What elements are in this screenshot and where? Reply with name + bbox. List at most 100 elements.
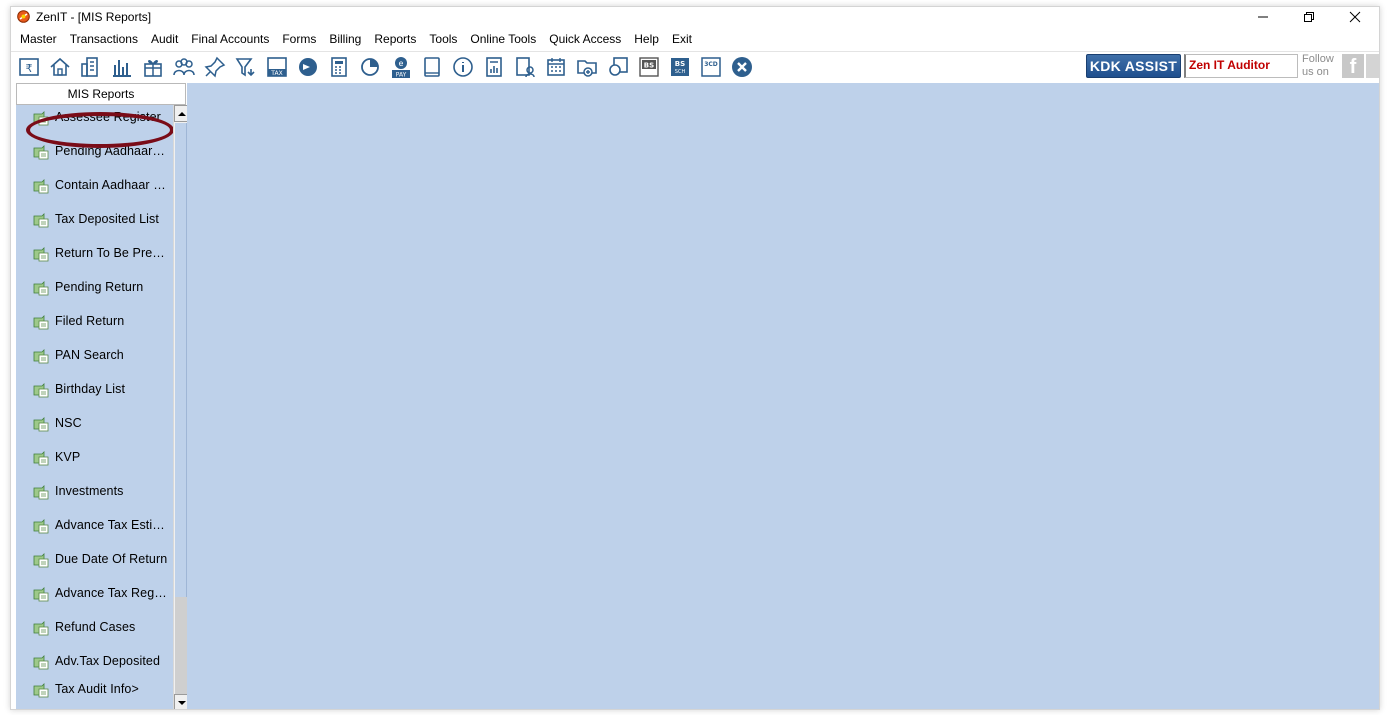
report-icon <box>33 281 49 296</box>
close-button[interactable] <box>1332 7 1378 27</box>
facebook-icon[interactable]: f <box>1342 54 1364 78</box>
report-item-label: Pending Aadhaar Number <box>55 144 168 158</box>
calendar-icon[interactable] <box>544 55 568 79</box>
menu-final-accounts[interactable]: Final Accounts <box>191 32 269 46</box>
report-icon <box>33 383 49 398</box>
epay-icon[interactable]: e PAY <box>389 55 413 79</box>
report-icon <box>33 111 49 126</box>
bs-icon[interactable]: BS <box>637 55 661 79</box>
calculator-icon[interactable] <box>327 55 351 79</box>
kdk-assist-button[interactable]: KDK ASSIST <box>1086 54 1181 78</box>
svg-text:BS: BS <box>675 60 685 68</box>
minimize-icon <box>1258 16 1268 18</box>
report-icon <box>33 247 49 262</box>
restore-button[interactable] <box>1286 7 1332 27</box>
menu-forms[interactable]: Forms <box>282 32 316 46</box>
menu-reports[interactable]: Reports <box>374 32 416 46</box>
tax-icon[interactable]: TAX <box>265 55 289 79</box>
menu-audit[interactable]: Audit <box>151 32 178 46</box>
report-item-label: Birthday List <box>55 382 126 396</box>
report-item-label: Investments <box>55 484 124 498</box>
report-item[interactable]: Pending Return <box>16 278 168 298</box>
report-icon <box>33 621 49 636</box>
report-item[interactable]: Return To Be Prepared <box>16 244 168 264</box>
svg-text:3CD: 3CD <box>704 61 718 68</box>
bar-chart-icon[interactable] <box>110 55 134 79</box>
report-item[interactable]: Assessee Register <box>16 108 168 128</box>
menu-tools[interactable]: Tools <box>429 32 457 46</box>
report-item-label: PAN Search <box>55 348 124 362</box>
report-item[interactable]: Tax Audit Info> <box>16 680 168 700</box>
minimize-button[interactable] <box>1240 7 1286 27</box>
report-icon <box>33 519 49 534</box>
report-item-label: Advance Tax Register <box>55 586 168 600</box>
folder-add-icon[interactable] <box>575 55 599 79</box>
report-icon <box>33 145 49 160</box>
pie-icon[interactable] <box>358 55 382 79</box>
report-item[interactable]: Due Date Of Return <box>16 550 168 570</box>
info-icon[interactable] <box>451 55 475 79</box>
report-item-label: Due Date Of Return <box>55 552 168 566</box>
twitter-icon[interactable] <box>1366 54 1379 78</box>
gift-icon[interactable] <box>141 55 165 79</box>
report-item-label: Assessee Register <box>55 110 161 124</box>
restore-icon <box>1304 12 1314 22</box>
report-item[interactable]: Advance Tax Estimation <box>16 516 168 536</box>
svg-text:BS: BS <box>644 62 654 70</box>
report-icon <box>33 349 49 364</box>
user-report-icon[interactable] <box>513 55 537 79</box>
users-icon[interactable] <box>172 55 196 79</box>
report-item-label: Refund Cases <box>55 620 136 634</box>
report-item[interactable]: Tax Deposited List <box>16 210 168 230</box>
menu-help[interactable]: Help <box>634 32 659 46</box>
report-icon <box>33 553 49 568</box>
report-item-label: KVP <box>55 450 81 464</box>
follow-line-1: Follow <box>1302 53 1334 65</box>
ledger-icon[interactable] <box>79 55 103 79</box>
receipt-icon[interactable]: ₹ <box>17 55 41 79</box>
menu-master[interactable]: Master <box>20 32 57 46</box>
svg-text:SCH: SCH <box>675 69 686 75</box>
app-logo-icon <box>17 10 30 23</box>
menu-exit[interactable]: Exit <box>672 32 692 46</box>
report-item[interactable]: PAN Search <box>16 346 168 366</box>
report-icon[interactable] <box>482 55 506 79</box>
report-item-label: Tax Audit Info> <box>55 682 139 696</box>
report-item[interactable]: Adv.Tax Deposited <box>16 652 168 672</box>
title-bar: ZenIT - [MIS Reports] <box>11 7 1379 29</box>
menu-transactions[interactable]: Transactions <box>70 32 138 46</box>
panel-header: MIS Reports <box>16 83 186 105</box>
report-item[interactable]: Filed Return <box>16 312 168 332</box>
chat-icon[interactable] <box>296 55 320 79</box>
book-icon[interactable] <box>420 55 444 79</box>
report-item-label: Adv.Tax Deposited <box>55 654 160 668</box>
3cd-icon[interactable]: 3CD <box>699 55 723 79</box>
copy-icon[interactable] <box>606 55 630 79</box>
report-icon <box>33 315 49 330</box>
report-item[interactable]: Contain Aadhaar Number <box>16 176 168 196</box>
report-item-label: Tax Deposited List <box>55 212 159 226</box>
menu-online-tools[interactable]: Online Tools <box>470 32 536 46</box>
report-icon <box>33 213 49 228</box>
svg-text:e: e <box>399 59 404 68</box>
report-item[interactable]: Birthday List <box>16 380 168 400</box>
bs-sch-icon[interactable]: BSSCH <box>668 55 692 79</box>
filter-icon[interactable] <box>234 55 258 79</box>
report-item[interactable]: Advance Tax Register <box>16 584 168 604</box>
menu-billing[interactable]: Billing <box>329 32 361 46</box>
report-item-label: Return To Be Prepared <box>55 246 168 260</box>
report-icon <box>33 451 49 466</box>
menu-quick-access[interactable]: Quick Access <box>549 32 621 46</box>
chevron-up-icon <box>178 111 186 116</box>
report-item[interactable]: KVP <box>16 448 168 468</box>
pin-icon[interactable] <box>203 55 227 79</box>
report-icon <box>33 683 49 698</box>
mis-reports-panel: MIS Reports Assessee Register Pending Aad… <box>16 83 190 709</box>
close-circle-icon[interactable] <box>730 55 754 79</box>
report-item[interactable]: Pending Aadhaar Number <box>16 142 168 162</box>
home-icon[interactable] <box>48 55 72 79</box>
report-item[interactable]: NSC <box>16 414 168 434</box>
report-item[interactable]: Investments <box>16 482 168 502</box>
follow-line-2: us on <box>1302 66 1329 78</box>
report-item[interactable]: Refund Cases <box>16 618 168 638</box>
